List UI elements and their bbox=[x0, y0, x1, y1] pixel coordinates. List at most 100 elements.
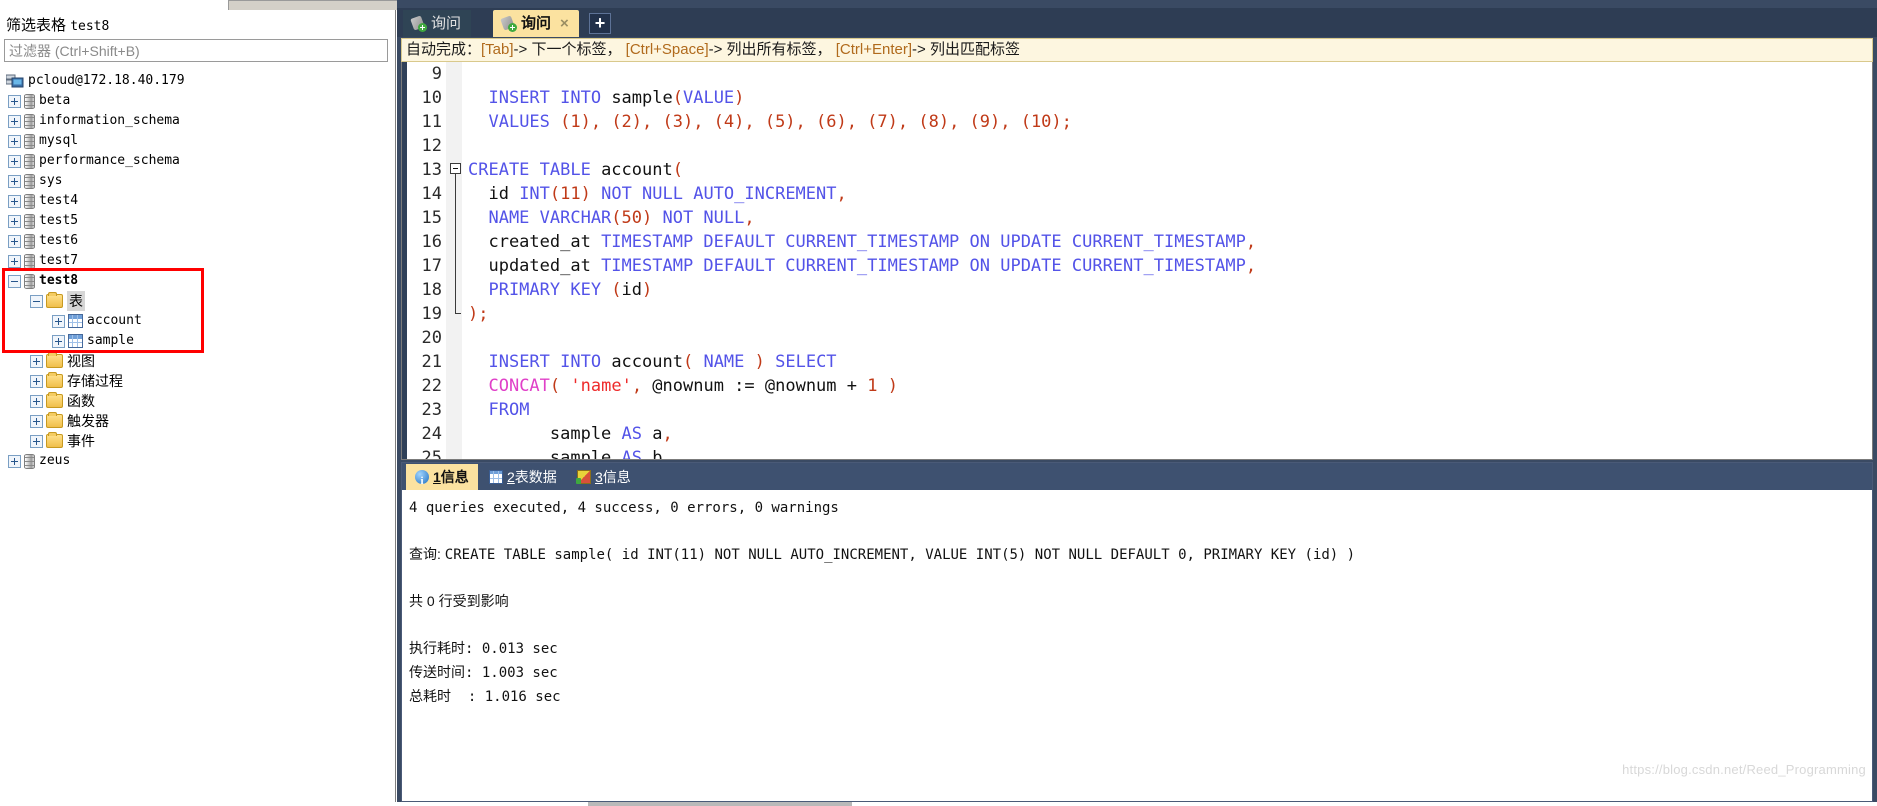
code-token: INSERT INTO bbox=[488, 352, 612, 372]
horizontal-scroll-thumb[interactable] bbox=[588, 802, 852, 806]
expand-toggle-icon[interactable] bbox=[8, 174, 21, 188]
tree-row-table[interactable]: sample bbox=[0, 331, 396, 351]
tree-row-database[interactable]: sys bbox=[0, 171, 396, 191]
expand-toggle-icon[interactable] bbox=[30, 394, 43, 408]
output-summary: 4 queries executed, 4 success, 0 errors,… bbox=[409, 497, 1872, 520]
line-number: 16 bbox=[421, 232, 442, 252]
tree-row-folder[interactable]: 存储过程 bbox=[0, 371, 396, 391]
tree-row-folder[interactable]: 触发器 bbox=[0, 411, 396, 431]
output-blank-line bbox=[409, 567, 1872, 590]
expand-toggle-icon[interactable] bbox=[8, 94, 21, 108]
expand-toggle-icon[interactable] bbox=[8, 214, 21, 228]
tree-row-database[interactable]: test6 bbox=[0, 231, 396, 251]
close-icon[interactable]: × bbox=[560, 10, 569, 37]
code-token: CREATE TABLE bbox=[468, 160, 602, 180]
code-token: account bbox=[611, 352, 683, 372]
expand-toggle-icon[interactable] bbox=[8, 154, 21, 168]
code-text: INSERT INTO sample(VALUE) bbox=[466, 86, 1872, 110]
folder-icon bbox=[46, 352, 63, 368]
new-tab-button[interactable]: + bbox=[589, 13, 611, 34]
fold-marker[interactable] bbox=[446, 158, 466, 182]
tree-row-database[interactable]: test7 bbox=[0, 251, 396, 271]
code-token: a bbox=[642, 424, 663, 444]
code-text: sample AS a, bbox=[466, 422, 1872, 446]
expand-toggle-icon[interactable] bbox=[30, 434, 43, 448]
expand-toggle-icon[interactable] bbox=[52, 314, 65, 328]
tab-query-2[interactable]: 询问 × bbox=[493, 10, 579, 37]
folder-icon bbox=[46, 432, 63, 448]
folder-icon bbox=[46, 292, 63, 308]
tree-row-folder[interactable]: 事件 bbox=[0, 431, 396, 451]
code-token: NAME VARCHAR bbox=[468, 208, 612, 228]
expand-toggle-icon[interactable] bbox=[30, 354, 43, 368]
code-token: ) bbox=[642, 280, 653, 300]
tree-row-tables-folder[interactable]: 表 bbox=[0, 291, 396, 311]
filter-input-wrapper[interactable] bbox=[4, 39, 388, 62]
fold-marker bbox=[446, 62, 466, 86]
expand-toggle-icon[interactable] bbox=[8, 234, 21, 248]
tree-row-database[interactable]: zeus bbox=[0, 451, 396, 471]
tree-row-database-active[interactable]: test8 bbox=[0, 271, 396, 291]
window-tab-stub[interactable] bbox=[228, 0, 402, 10]
tree-row-folder[interactable]: 视图 bbox=[0, 351, 396, 371]
code-text: FROM bbox=[466, 398, 1872, 422]
tree-row-connection[interactable]: pcloud@172.18.40.179 bbox=[0, 71, 396, 91]
filter-input[interactable] bbox=[5, 40, 387, 61]
code-text: NAME VARCHAR(50) NOT NULL, bbox=[466, 206, 1872, 230]
results-tab-2[interactable]: 2 表数据 bbox=[480, 464, 566, 490]
code-text: id INT(11) NOT NULL AUTO_INCREMENT, bbox=[466, 182, 1872, 206]
database-label: test6 bbox=[39, 233, 79, 248]
expand-toggle-icon[interactable] bbox=[30, 374, 43, 388]
code-token: PRIMARY KEY bbox=[468, 280, 612, 300]
results-output-text: 4 queries executed, 4 success, 0 errors,… bbox=[403, 491, 1872, 800]
collapse-toggle-icon[interactable] bbox=[30, 294, 43, 308]
fold-collapse-icon[interactable] bbox=[450, 163, 461, 174]
code-line: 10 INSERT INTO sample(VALUE) bbox=[402, 86, 1872, 110]
code-line: 24 sample AS a, bbox=[402, 422, 1872, 446]
expand-toggle-icon[interactable] bbox=[8, 114, 21, 128]
expand-toggle-icon[interactable] bbox=[8, 454, 21, 468]
line-number: 24 bbox=[421, 424, 442, 444]
bottom-edge bbox=[0, 802, 1877, 806]
code-token: , bbox=[1245, 232, 1257, 252]
database-icon bbox=[24, 273, 35, 289]
expand-toggle-icon[interactable] bbox=[30, 414, 43, 428]
expand-toggle-icon[interactable] bbox=[52, 334, 65, 348]
fold-marker bbox=[446, 182, 466, 206]
code-line: 21 INSERT INTO account( NAME ) SELECT bbox=[402, 350, 1872, 374]
tree-row-database[interactable]: beta bbox=[0, 91, 396, 111]
tree-row-database[interactable]: test5 bbox=[0, 211, 396, 231]
tree-row-database[interactable]: mysql bbox=[0, 131, 396, 151]
tree-row-database[interactable]: performance_schema bbox=[0, 151, 396, 171]
expand-toggle-icon[interactable] bbox=[8, 134, 21, 148]
results-tab-number: 2 bbox=[507, 469, 515, 485]
timing-label: 传送时间 bbox=[409, 664, 465, 680]
pane-title-value: test8 bbox=[70, 19, 110, 34]
code-text: CREATE TABLE account( bbox=[466, 158, 1872, 182]
results-tab-3[interactable]: 3 信息 bbox=[568, 464, 640, 490]
results-tab-number: 1 bbox=[433, 469, 441, 485]
tree-row-table[interactable]: account bbox=[0, 311, 396, 331]
code-token: 1 bbox=[867, 376, 878, 396]
collapse-toggle-icon[interactable] bbox=[8, 274, 21, 288]
tree-row-database[interactable]: information_schema bbox=[0, 111, 396, 131]
database-icon bbox=[24, 453, 35, 469]
code-token: , bbox=[836, 184, 847, 204]
sql-editor[interactable]: 9 10 INSERT INTO sample(VALUE) 11 VALUES (… bbox=[401, 62, 1873, 460]
timing-label: 总耗时 bbox=[409, 688, 451, 704]
results-tab-bar[interactable]: 1信息2表数据3信息 bbox=[402, 463, 1872, 494]
tree-row-database[interactable]: test4 bbox=[0, 191, 396, 211]
timing-value: : 1.003 sec bbox=[465, 665, 558, 681]
expand-toggle-icon[interactable] bbox=[8, 254, 21, 268]
tab-query-1[interactable]: 询问 bbox=[403, 10, 472, 37]
expand-toggle-icon[interactable] bbox=[8, 194, 21, 208]
table-label: sample bbox=[87, 333, 134, 348]
code-lines[interactable]: 9 10 INSERT INTO sample(VALUE) 11 VALUES (… bbox=[402, 62, 1872, 459]
code-token: AS bbox=[621, 424, 643, 444]
tables-folder-label: 表 bbox=[67, 291, 85, 311]
results-tab-1[interactable]: 1信息 bbox=[406, 464, 478, 494]
code-token: INT bbox=[519, 184, 550, 204]
tree-row-folder[interactable]: 函数 bbox=[0, 391, 396, 411]
database-tree[interactable]: pcloud@172.18.40.179 beta information_sche… bbox=[0, 71, 396, 471]
